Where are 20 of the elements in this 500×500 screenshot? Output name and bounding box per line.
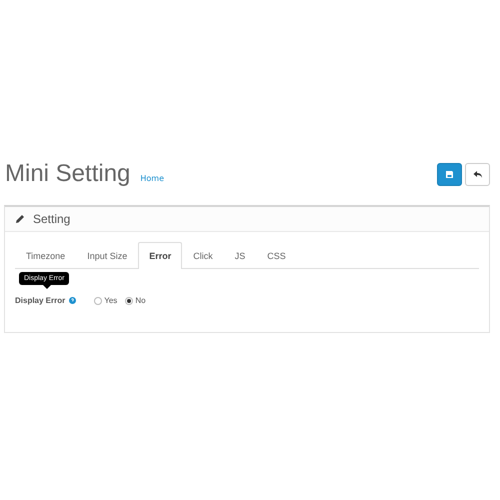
help-icon <box>69 297 76 304</box>
tab[interactable]: Click <box>182 242 224 269</box>
tab[interactable]: Input Size <box>76 242 138 269</box>
back-button[interactable] <box>465 162 490 186</box>
pencil-icon <box>15 214 25 224</box>
tab[interactable]: CSS <box>256 242 297 269</box>
save-button[interactable] <box>437 162 462 186</box>
radio-button[interactable] <box>125 296 134 304</box>
field-label: Display Error <box>15 296 66 305</box>
radio-label: No <box>135 296 146 305</box>
reply-icon <box>472 170 482 178</box>
save-icon <box>445 170 454 178</box>
home-link[interactable]: Home <box>140 174 164 183</box>
panel-title: Setting <box>33 212 70 226</box>
radio-label: Yes <box>104 296 118 305</box>
tab[interactable]: Error <box>138 242 182 269</box>
radio-button[interactable] <box>94 296 102 304</box>
page-title: Mini Setting <box>5 160 130 188</box>
tab[interactable]: Timezone <box>15 242 76 269</box>
tab[interactable]: JS <box>224 242 256 269</box>
